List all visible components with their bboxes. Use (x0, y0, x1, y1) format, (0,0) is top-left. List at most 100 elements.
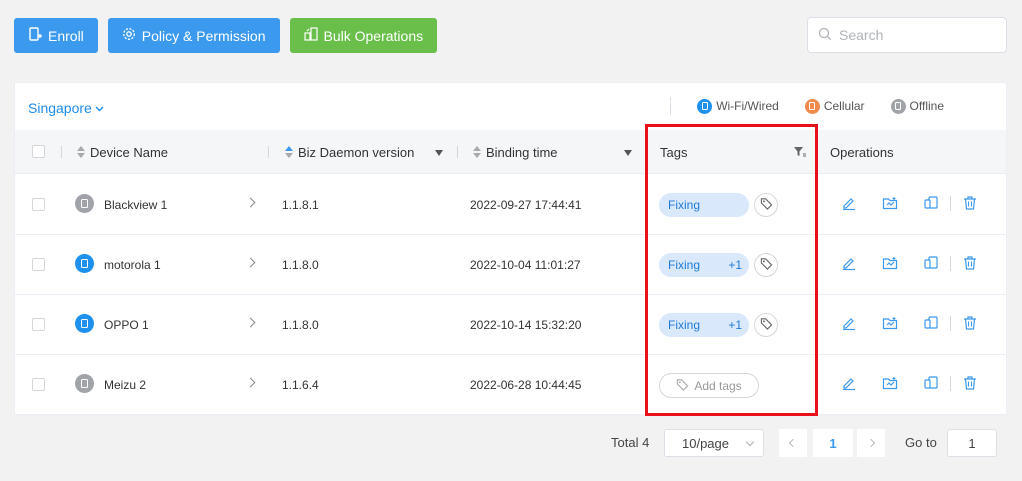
table-row[interactable]: motorola 1 1.1.8.0 2022-10-04 11:01:27 Fixi… (15, 235, 1006, 295)
bulk-operations-label: Bulk Operations (323, 27, 424, 44)
tag-pill[interactable]: Fixing (659, 193, 749, 217)
search-input[interactable]: Search (807, 17, 1007, 53)
binding-time: 2022-10-04 11:01:27 (470, 258, 581, 272)
enroll-label: Enroll (48, 27, 84, 44)
column-label: Biz Daemon version (298, 144, 415, 160)
column-device-name[interactable]: Device Name (77, 130, 168, 174)
add-tags-button[interactable]: Add tags (659, 373, 759, 398)
edit-tags-button[interactable] (754, 253, 778, 277)
filter-icon[interactable] (793, 145, 807, 162)
edit-icon[interactable] (841, 255, 857, 271)
column-biz-daemon[interactable]: Biz Daemon version (285, 130, 414, 174)
edit-icon[interactable] (841, 195, 857, 211)
tag-more-count: +1 (728, 318, 742, 332)
chevron-right-icon[interactable] (245, 257, 256, 268)
device-name[interactable]: OPPO 1 (104, 295, 149, 355)
row-operations (841, 255, 978, 271)
legend-label: Cellular (823, 99, 865, 113)
delete-icon[interactable] (962, 195, 978, 211)
move-to-folder-icon[interactable] (882, 255, 898, 271)
row-operations (841, 375, 978, 391)
policy-permission-button[interactable]: Policy & Permission (107, 18, 280, 53)
region-selector[interactable]: Singapore (28, 100, 104, 116)
column-tags: Tags (660, 130, 687, 174)
operations-divider (950, 315, 951, 331)
wifi-status-icon (697, 98, 713, 114)
page-size-value: 10/page (682, 435, 729, 451)
table-row[interactable]: OPPO 1 1.1.8.0 2022-10-14 15:32:20 Fixing +1 (15, 295, 1006, 355)
total-count: Total 4 (611, 435, 650, 450)
column-divider (457, 146, 458, 158)
pagination: Total 4 10/page 1 Go to 1 (0, 429, 1022, 457)
toolbar: Enroll Policy & Permission Bulk Operatio… (14, 18, 438, 53)
edit-icon[interactable] (841, 315, 857, 331)
tag-pill[interactable]: Fixing +1 (659, 313, 749, 337)
legend-item-offline: Offline (890, 98, 944, 114)
edit-tags-button[interactable] (754, 313, 778, 337)
operations-divider (950, 195, 951, 211)
policy-permission-label: Policy & Permission (141, 27, 266, 44)
region-label: Singapore (28, 100, 92, 116)
prev-page-button[interactable] (779, 429, 807, 457)
column-divider (61, 146, 62, 158)
tag-more-count: +1 (728, 258, 742, 272)
move-to-folder-icon[interactable] (882, 195, 898, 211)
sort-icon (285, 146, 293, 158)
operations-divider (950, 255, 951, 271)
column-label: Device Name (90, 144, 169, 160)
binding-time: 2022-10-14 15:32:20 (470, 318, 582, 332)
goto-page-input[interactable]: 1 (947, 429, 997, 457)
delete-icon[interactable] (962, 255, 978, 271)
delete-icon[interactable] (962, 375, 978, 391)
device-name[interactable]: Meizu 2 (104, 355, 146, 415)
row-checkbox[interactable] (32, 318, 45, 331)
edit-tags-button[interactable] (754, 193, 778, 217)
chevron-down-icon (745, 437, 755, 447)
status-legend: Wi-Fi/Wired Cellular Offline (670, 97, 1006, 115)
tag-icon (676, 378, 689, 394)
edit-icon[interactable] (841, 375, 857, 391)
devices-icon[interactable] (923, 375, 939, 391)
chevron-right-icon[interactable] (245, 377, 256, 388)
device-name[interactable]: motorola 1 (104, 235, 161, 295)
daemon-version: 1.1.8.1 (282, 198, 319, 212)
device-status-icon (75, 314, 94, 333)
chevron-right-icon[interactable] (245, 197, 256, 208)
bulk-operations-button[interactable]: Bulk Operations (289, 18, 438, 53)
filter-dropdown-icon[interactable] (624, 150, 632, 156)
search-icon (818, 27, 832, 44)
row-operations (841, 315, 978, 331)
select-all-checkbox[interactable] (32, 145, 45, 158)
legend-item-wifi: Wi-Fi/Wired (697, 98, 779, 114)
tag-label: Fixing (668, 318, 701, 332)
current-page[interactable]: 1 (813, 429, 853, 457)
operations-divider (950, 375, 951, 391)
table-row[interactable]: Meizu 2 1.1.6.4 2022-06-28 10:44:45 Add tag… (15, 355, 1006, 415)
filter-dropdown-icon[interactable] (435, 150, 443, 156)
bulk-icon (303, 27, 318, 44)
column-binding-time[interactable]: Binding time (473, 130, 558, 174)
column-divider (268, 146, 269, 158)
chevron-right-icon[interactable] (245, 317, 256, 328)
devices-icon[interactable] (923, 315, 939, 331)
delete-icon[interactable] (962, 315, 978, 331)
devices-icon[interactable] (923, 255, 939, 271)
column-label: Binding time (486, 144, 558, 160)
daemon-version: 1.1.8.0 (282, 258, 319, 272)
column-label: Tags (660, 144, 688, 160)
device-name[interactable]: Blackview 1 (104, 175, 167, 235)
row-checkbox[interactable] (32, 198, 45, 211)
move-to-folder-icon[interactable] (882, 315, 898, 331)
row-checkbox[interactable] (32, 258, 45, 271)
table-row[interactable]: Blackview 1 1.1.8.1 2022-09-27 17:44:41 Fix… (15, 175, 1006, 235)
cellular-status-icon (804, 98, 820, 114)
row-checkbox[interactable] (32, 378, 45, 391)
move-to-folder-icon[interactable] (882, 375, 898, 391)
device-status-icon (75, 374, 94, 393)
devices-icon[interactable] (923, 195, 939, 211)
next-page-button[interactable] (857, 429, 885, 457)
page-size-select[interactable]: 10/page (664, 429, 764, 457)
sort-icon (473, 146, 481, 158)
tag-pill[interactable]: Fixing +1 (659, 253, 749, 277)
enroll-button[interactable]: Enroll (14, 18, 98, 53)
